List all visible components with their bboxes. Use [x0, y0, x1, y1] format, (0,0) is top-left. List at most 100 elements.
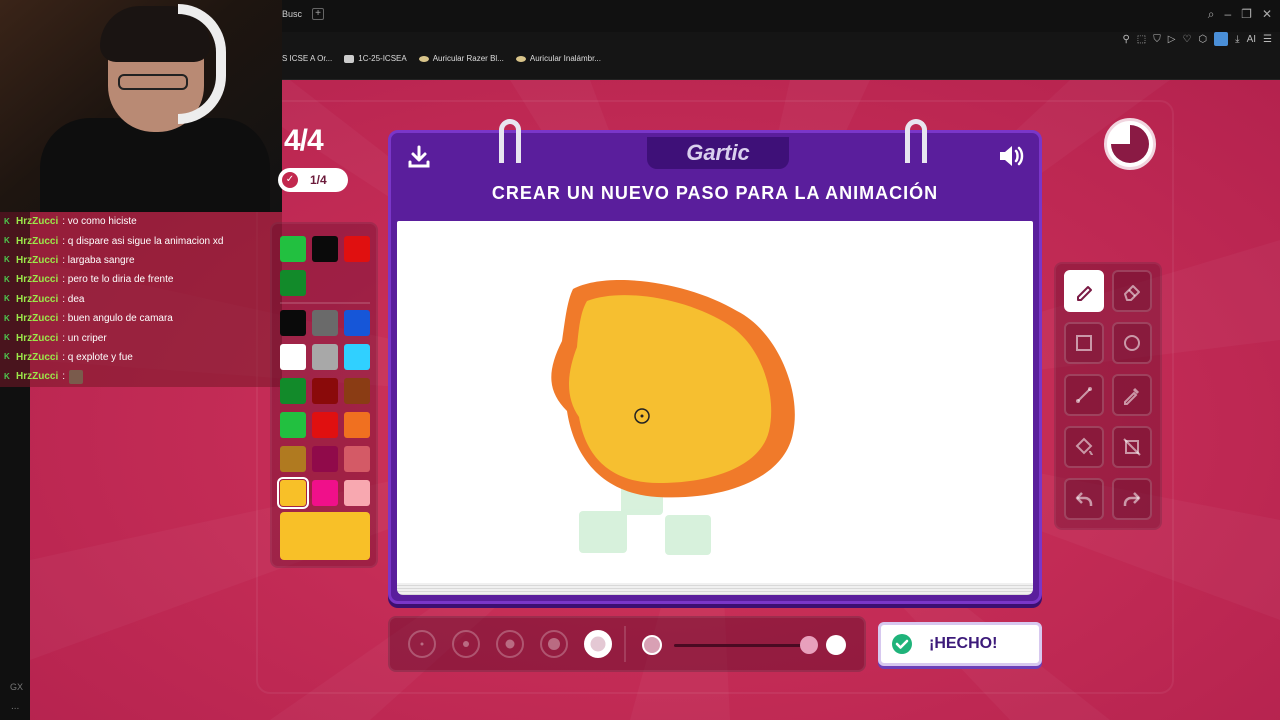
- restore-icon[interactable]: ❐: [1241, 7, 1252, 22]
- chat-username[interactable]: HrzZucci: [16, 236, 58, 247]
- opacity-max-button[interactable]: [826, 635, 846, 655]
- brush-size-button[interactable]: [584, 630, 612, 658]
- chat-text: : pero te lo diria de frente: [62, 274, 174, 286]
- chat-username[interactable]: HrzZucci: [16, 294, 58, 305]
- brush-size-button[interactable]: [540, 630, 568, 658]
- chat-username[interactable]: HrzZucci: [16, 274, 58, 285]
- color-swatch[interactable]: [344, 310, 370, 336]
- bookmark-item[interactable]: S ICSE A Or...: [282, 54, 332, 63]
- play-icon[interactable]: ▷: [1168, 34, 1176, 45]
- color-swatch[interactable]: [344, 378, 370, 404]
- done-players-pill: ✓ 1/4: [278, 168, 348, 192]
- color-swatch[interactable]: [280, 412, 306, 438]
- timer-indicator: [1104, 118, 1156, 170]
- bookmark-item[interactable]: Auricular Razer Bl...: [418, 54, 504, 63]
- done-button[interactable]: ¡HECHO!: [878, 622, 1042, 666]
- color-swatch[interactable]: [312, 412, 338, 438]
- chat-badge-icon: K: [4, 352, 10, 362]
- timer-icon: [1111, 125, 1149, 163]
- color-swatch[interactable]: [280, 310, 306, 336]
- tool-ellipse-button[interactable]: [1112, 322, 1152, 364]
- color-swatch[interactable]: [344, 446, 370, 472]
- recent-color-swatch[interactable]: [280, 270, 306, 296]
- chat-message: K HrzZucci: pero te lo diria de frente: [0, 270, 282, 290]
- bookmark-item[interactable]: Auricular Inalámbr...: [515, 54, 601, 63]
- color-swatch[interactable]: [344, 344, 370, 370]
- tool-redo-button[interactable]: [1112, 478, 1152, 520]
- chat-username[interactable]: HrzZucci: [16, 313, 58, 324]
- chat-username[interactable]: HrzZucci: [16, 216, 58, 227]
- color-swatch[interactable]: [277, 477, 309, 509]
- close-icon[interactable]: ✕: [1262, 7, 1272, 22]
- brush-size-dot: [420, 642, 424, 646]
- brush-size-dot: [505, 639, 515, 649]
- search-icon[interactable]: ⌕: [1208, 7, 1215, 22]
- color-swatch[interactable]: [312, 480, 338, 506]
- undo-icon: [1075, 492, 1093, 506]
- new-tab-button[interactable]: +: [312, 8, 324, 20]
- color-swatch[interactable]: [344, 480, 370, 506]
- chat-username[interactable]: HrzZucci: [16, 255, 58, 266]
- color-swatch[interactable]: [280, 344, 306, 370]
- recent-color-swatch[interactable]: [344, 236, 370, 262]
- chat-username[interactable]: HrzZucci: [16, 352, 58, 363]
- snapshot-icon[interactable]: ⬚: [1137, 34, 1146, 45]
- chat-username[interactable]: HrzZucci: [16, 371, 58, 382]
- color-swatch[interactable]: [312, 310, 338, 336]
- brush-size-button[interactable]: [496, 630, 524, 658]
- tool-clear-layer-button[interactable]: [1112, 426, 1152, 468]
- color-swatch[interactable]: [312, 344, 338, 370]
- chat-username[interactable]: HrzZucci: [16, 333, 58, 344]
- chat-badge-icon: K: [4, 255, 10, 265]
- gx-label[interactable]: GX: [10, 682, 23, 692]
- bookmark-icon: [344, 54, 355, 63]
- current-color-preview: [280, 512, 370, 560]
- brush-size-button[interactable]: [452, 630, 480, 658]
- color-swatch[interactable]: [344, 412, 370, 438]
- opacity-slider-thumb[interactable]: [800, 636, 818, 654]
- tool-eraser-button[interactable]: [1112, 270, 1152, 312]
- chat-message: K HrzZucci: buen angulo de camara: [0, 308, 282, 329]
- opacity-slider-track[interactable]: [674, 644, 808, 647]
- chat-badge-icon: K: [4, 236, 10, 246]
- chat-text: : q explote y fue: [62, 351, 133, 363]
- download-icon[interactable]: [407, 145, 431, 169]
- chat-badge-icon: K: [4, 333, 10, 343]
- extensions-icon[interactable]: ⬡: [1198, 34, 1207, 45]
- sidebar-more-icon[interactable]: ...: [11, 701, 19, 712]
- brush-size-dot: [548, 638, 560, 650]
- minimize-icon[interactable]: –: [1224, 7, 1231, 22]
- tool-line-button[interactable]: [1064, 374, 1104, 416]
- menu-icon[interactable]: ☰: [1263, 34, 1272, 45]
- recent-color-swatch[interactable]: [312, 236, 338, 262]
- ai-button[interactable]: AI: [1247, 34, 1256, 45]
- heart-icon[interactable]: ♡: [1182, 34, 1191, 45]
- color-swatch[interactable]: [280, 446, 306, 472]
- opacity-min-button[interactable]: [642, 635, 662, 655]
- bookmark-item[interactable]: 1C-25-ICSEA: [344, 54, 407, 63]
- brush-size-dot: [463, 641, 469, 647]
- profile-avatar[interactable]: [1214, 32, 1229, 46]
- recent-color-swatch[interactable]: [280, 236, 306, 262]
- done-players-count: 1/4: [310, 173, 327, 187]
- color-swatch[interactable]: [280, 378, 306, 404]
- color-swatch[interactable]: [312, 446, 338, 472]
- fill-bucket-icon: [1075, 437, 1093, 456]
- chat-badge-icon: K: [4, 294, 10, 304]
- shield-icon[interactable]: ⛉: [1153, 34, 1161, 45]
- notebook-ring: [905, 119, 927, 163]
- tool-eyedropper-button[interactable]: [1112, 374, 1152, 416]
- download-icon[interactable]: ⤓: [1235, 34, 1239, 45]
- drawing-canvas[interactable]: [397, 221, 1033, 585]
- brush-size-button[interactable]: [408, 630, 436, 658]
- stream-chat: K HrzZucci: vo como hiciste K HrzZucci: q d…: [0, 212, 282, 387]
- tool-pencil-button[interactable]: [1064, 270, 1104, 312]
- pin-icon[interactable]: ⚲: [1122, 34, 1129, 45]
- color-swatch[interactable]: [312, 378, 338, 404]
- tool-undo-button[interactable]: [1064, 478, 1104, 520]
- tool-rectangle-button[interactable]: [1064, 322, 1104, 364]
- drawing-panel: Gartic CREAR UN NUEVO PASO PARA LA ANIMA…: [388, 119, 1042, 604]
- speaker-icon[interactable]: [997, 143, 1025, 169]
- tool-fill-bucket-button[interactable]: [1064, 426, 1104, 468]
- browser-tab-label[interactable]: Busc: [282, 9, 302, 19]
